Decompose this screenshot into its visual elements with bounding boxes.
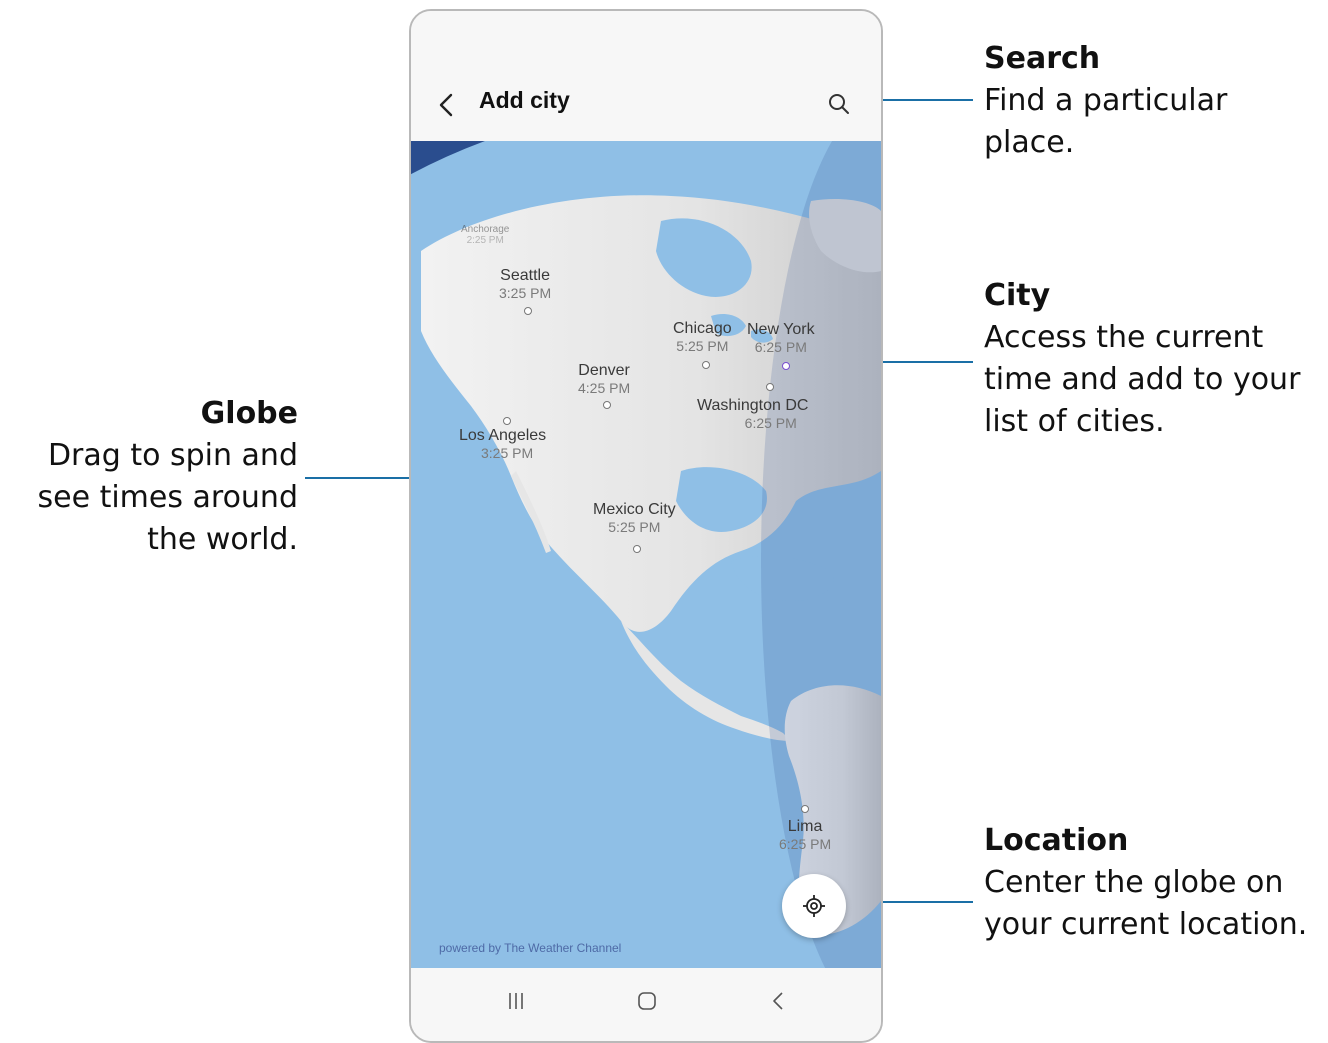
city-time: 2:25 PM	[466, 235, 504, 246]
phone-screen: Add city Anchorage 2:25 PM Seattle 3:25 …	[409, 9, 883, 1043]
city-name: Los Angeles	[459, 427, 547, 444]
globe-annotation: Globe Drag to spin and see times around …	[0, 393, 298, 561]
recents-icon	[509, 993, 523, 1009]
nav-back-icon	[773, 992, 783, 1010]
city-marker-lima[interactable]: Lima 6:25 PM	[779, 818, 831, 852]
annotation-title: Search	[984, 41, 1101, 76]
chevron-left-icon	[439, 93, 453, 117]
crosshair-icon	[803, 895, 825, 917]
page-title: Add city	[479, 87, 570, 113]
city-marker-new-york[interactable]: New York 6:25 PM	[747, 321, 815, 355]
annotation-desc: Find a particular place.	[984, 83, 1228, 160]
city-time: 6:25 PM	[744, 415, 797, 431]
annotation-desc: Drag to spin and see times around the wo…	[37, 438, 298, 557]
annotation-title: Globe	[200, 396, 298, 431]
location-button[interactable]	[782, 874, 846, 938]
home-button[interactable]	[632, 986, 662, 1016]
city-dot	[782, 362, 790, 370]
city-marker-mexico-city[interactable]: Mexico City 5:25 PM	[593, 501, 676, 535]
annotation-title: Location	[984, 823, 1129, 858]
city-dot	[766, 383, 774, 391]
city-dot	[603, 401, 611, 409]
app-bar: Add city	[411, 11, 881, 141]
home-icon	[638, 992, 656, 1010]
city-time: 5:25 PM	[608, 519, 661, 535]
city-dot	[524, 307, 532, 315]
city-name: Chicago	[673, 320, 732, 337]
city-time: 3:25 PM	[499, 285, 552, 301]
globe-map[interactable]: Anchorage 2:25 PM Seattle 3:25 PM Chicag…	[411, 141, 881, 968]
city-name: New York	[747, 321, 815, 338]
location-annotation: Location Center the globe on your curren…	[984, 820, 1324, 946]
city-name: Washington DC	[697, 397, 809, 414]
city-marker-seattle[interactable]: Seattle 3:25 PM	[499, 267, 551, 301]
city-name: Anchorage	[461, 224, 510, 235]
city-name: Denver	[578, 362, 630, 379]
city-dot	[633, 545, 641, 553]
search-icon	[829, 94, 849, 114]
city-time: 4:25 PM	[578, 380, 631, 396]
city-time: 6:25 PM	[754, 339, 807, 355]
annotation-title: City	[984, 278, 1051, 313]
weather-channel-credit: powered by The Weather Channel	[439, 941, 622, 955]
city-marker-denver[interactable]: Denver 4:25 PM	[578, 362, 630, 396]
city-dot	[503, 417, 511, 425]
city-name: Lima	[787, 818, 823, 835]
city-marker-los-angeles[interactable]: Los Angeles 3:25 PM	[459, 427, 546, 461]
search-annotation: Search Find a particular place.	[984, 38, 1324, 164]
city-time: 3:25 PM	[481, 445, 534, 461]
city-name: Mexico City	[593, 501, 676, 518]
city-time: 6:25 PM	[779, 836, 832, 852]
system-nav-bar	[411, 968, 881, 1041]
city-marker-anchorage[interactable]: Anchorage 2:25 PM	[461, 224, 509, 246]
annotation-desc: Center the globe on your current locatio…	[984, 865, 1308, 942]
annotation-desc: Access the current time and add to your …	[984, 320, 1301, 439]
city-annotation: City Access the current time and add to …	[984, 275, 1324, 443]
back-button[interactable]	[433, 85, 465, 125]
city-name: Seattle	[500, 267, 550, 284]
city-dot	[702, 361, 710, 369]
nav-back-button[interactable]	[763, 986, 793, 1016]
city-marker-chicago[interactable]: Chicago 5:25 PM	[673, 320, 732, 354]
city-marker-washington-dc[interactable]: Washington DC 6:25 PM	[697, 397, 808, 431]
city-dot	[801, 805, 809, 813]
search-button[interactable]	[826, 91, 852, 117]
recents-button[interactable]	[501, 986, 531, 1016]
city-time: 5:25 PM	[676, 338, 729, 354]
